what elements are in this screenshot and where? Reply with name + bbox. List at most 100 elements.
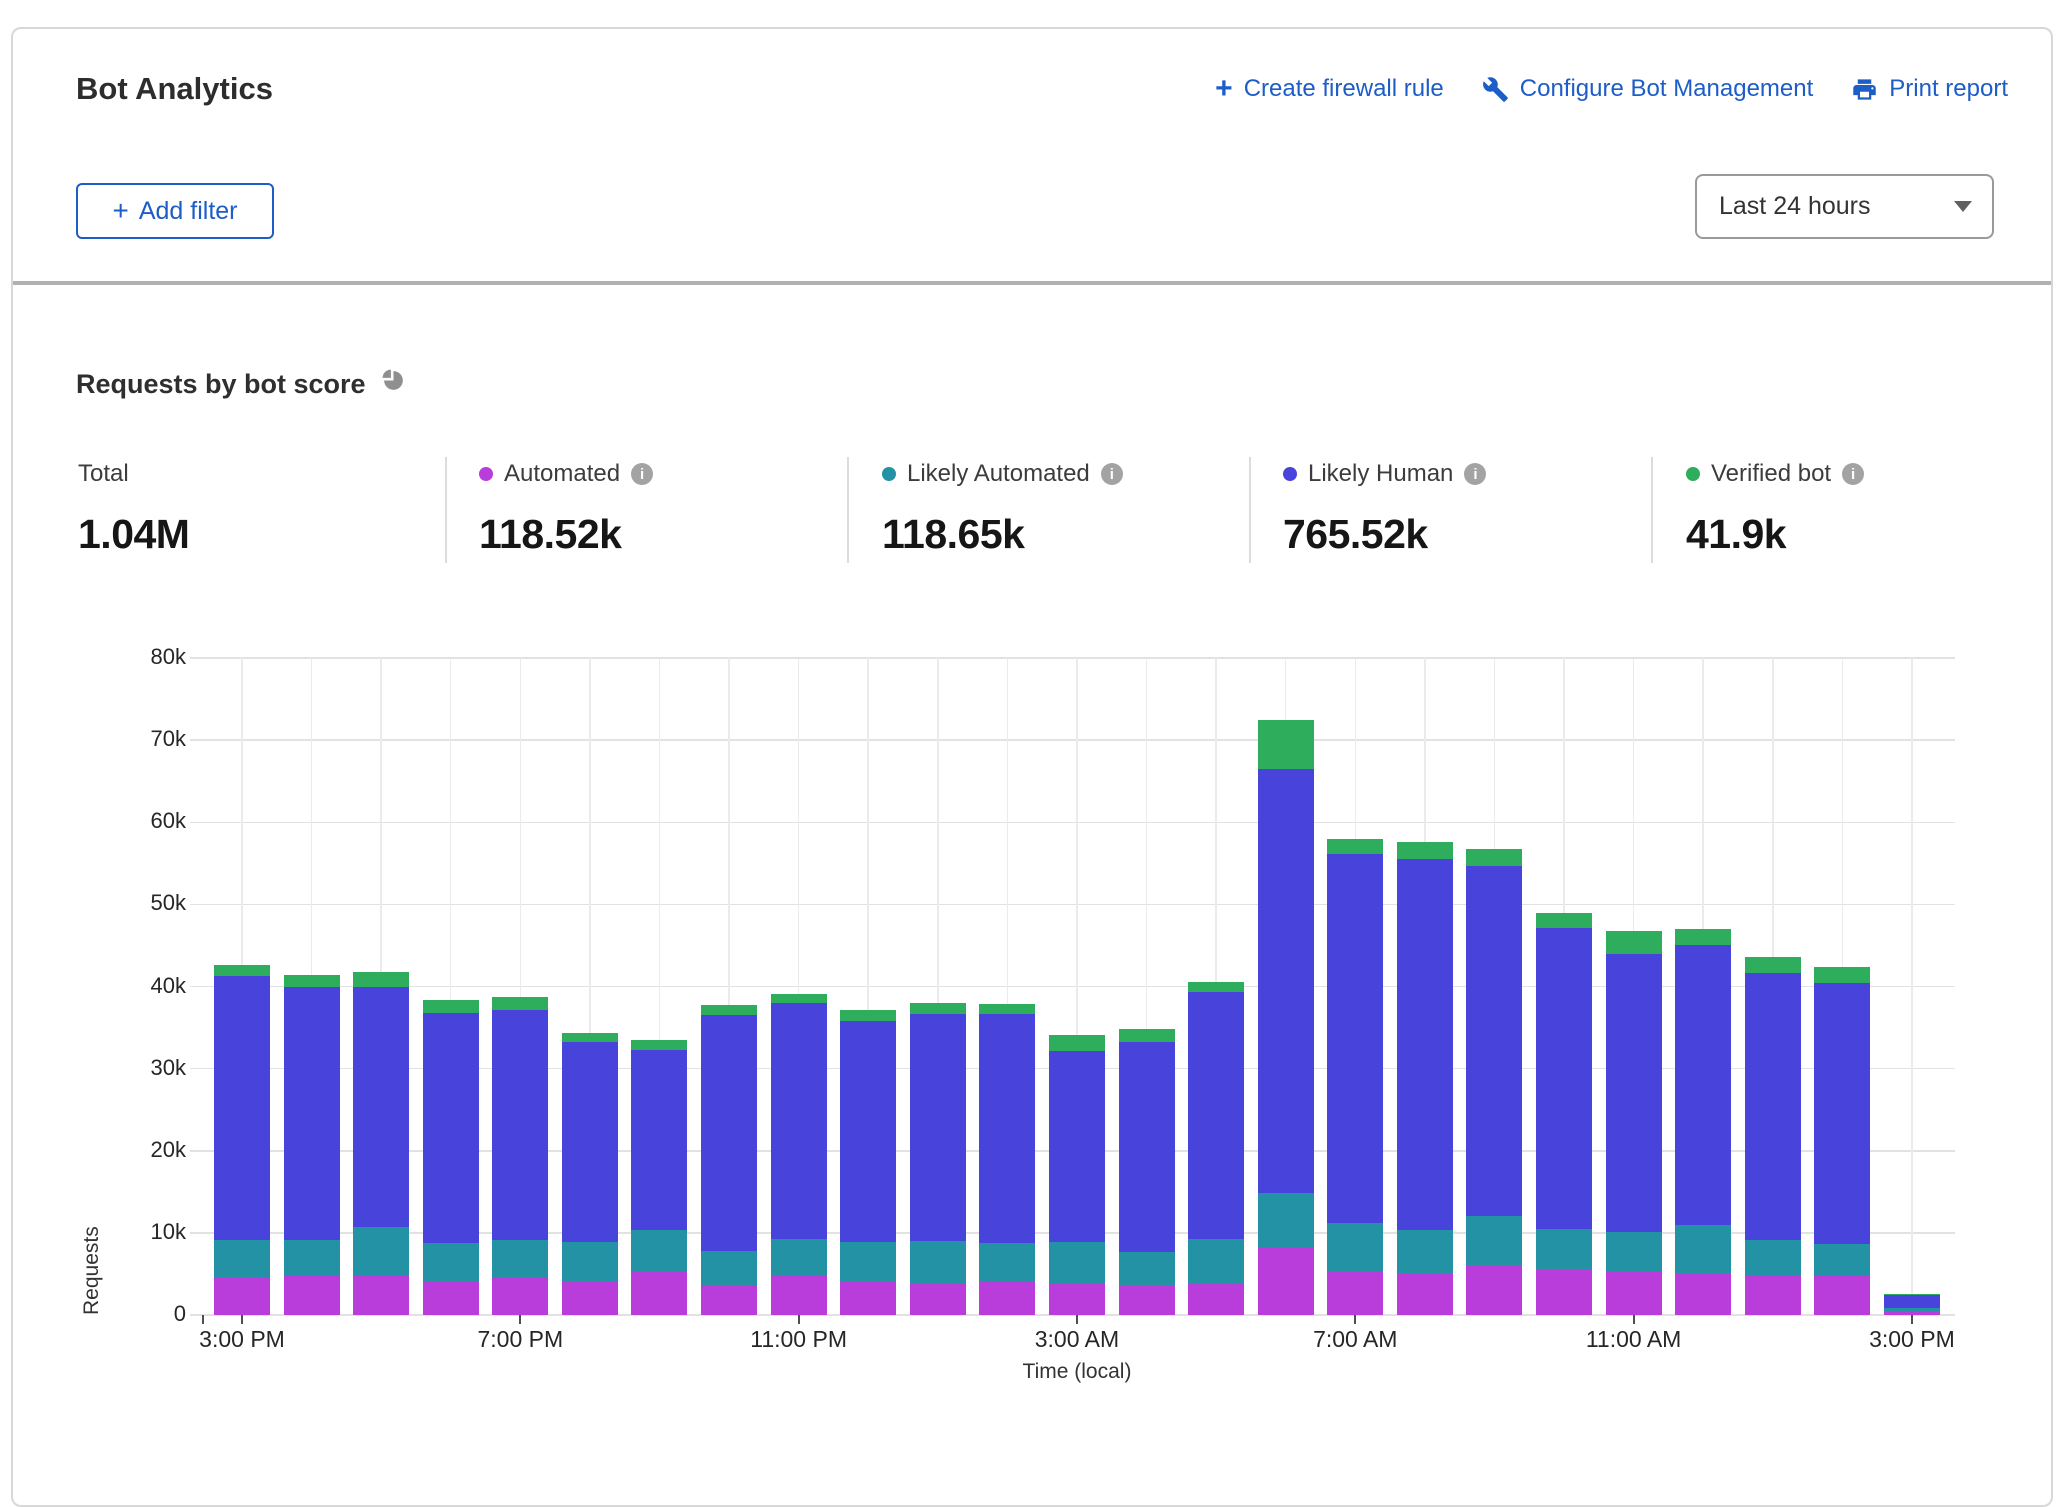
bar-segment-verified-bot[interactable] <box>284 975 340 987</box>
info-icon[interactable]: i <box>1842 463 1864 485</box>
time-range-dropdown[interactable]: Last 24 hours <box>1695 174 1994 239</box>
bar-segment-verified-bot[interactable] <box>353 972 409 987</box>
stacked-bar[interactable] <box>1814 967 1870 1315</box>
stacked-bar[interactable] <box>562 1033 618 1316</box>
bar-segment-likely-automated[interactable] <box>492 1240 548 1277</box>
configure-bot-management-link[interactable]: Configure Bot Management <box>1482 75 1814 103</box>
bar-segment-likely-human[interactable] <box>631 1050 687 1231</box>
bar-segment-verified-bot[interactable] <box>1675 929 1731 945</box>
stacked-bar[interactable] <box>701 1005 757 1315</box>
bar-segment-verified-bot[interactable] <box>214 965 270 976</box>
stacked-bar[interactable] <box>1049 1035 1105 1315</box>
bar-segment-likely-human[interactable] <box>771 1003 827 1239</box>
bar-segment-likely-automated[interactable] <box>1606 1232 1662 1271</box>
stacked-bar[interactable] <box>631 1040 687 1315</box>
bar-segment-verified-bot[interactable] <box>1049 1035 1105 1051</box>
bar-segment-likely-human[interactable] <box>1397 859 1453 1230</box>
bar-segment-likely-automated[interactable] <box>1049 1242 1105 1283</box>
stacked-bar[interactable] <box>910 1003 966 1315</box>
bar-segment-likely-automated[interactable] <box>353 1227 409 1275</box>
bar-segment-likely-human[interactable] <box>1745 973 1801 1241</box>
bar-segment-likely-automated[interactable] <box>1258 1193 1314 1248</box>
bar-segment-verified-bot[interactable] <box>492 997 548 1010</box>
bar-segment-automated[interactable] <box>1466 1265 1522 1315</box>
bar-segment-likely-human[interactable] <box>840 1021 896 1242</box>
stacked-bar[interactable] <box>1188 982 1244 1315</box>
bar-segment-verified-bot[interactable] <box>1814 967 1870 983</box>
bar-segment-likely-human[interactable] <box>1258 769 1314 1193</box>
stacked-bar[interactable] <box>214 965 270 1315</box>
bar-segment-automated[interactable] <box>979 1282 1035 1315</box>
bar-segment-likely-human[interactable] <box>1675 945 1731 1225</box>
bar-segment-likely-human[interactable] <box>562 1042 618 1242</box>
bar-segment-verified-bot[interactable] <box>910 1003 966 1014</box>
stacked-bar[interactable] <box>1327 839 1383 1315</box>
bar-segment-likely-automated[interactable] <box>979 1243 1035 1282</box>
bar-segment-automated[interactable] <box>562 1281 618 1315</box>
stacked-bar[interactable] <box>1536 913 1592 1315</box>
info-icon[interactable]: i <box>1464 463 1486 485</box>
stacked-bar[interactable] <box>979 1004 1035 1315</box>
bar-segment-verified-bot[interactable] <box>1884 1294 1940 1295</box>
stacked-bar[interactable] <box>1884 1294 1940 1315</box>
bar-segment-automated[interactable] <box>1188 1283 1244 1315</box>
bar-segment-automated[interactable] <box>1258 1248 1314 1315</box>
bar-segment-verified-bot[interactable] <box>1119 1029 1175 1041</box>
bar-segment-automated[interactable] <box>1814 1276 1870 1315</box>
stacked-bar[interactable] <box>423 1000 479 1315</box>
bar-segment-likely-automated[interactable] <box>1536 1229 1592 1269</box>
bar-segment-likely-automated[interactable] <box>1675 1225 1731 1273</box>
bar-segment-likely-automated[interactable] <box>1745 1240 1801 1276</box>
bar-segment-likely-human[interactable] <box>1606 954 1662 1232</box>
bar-segment-likely-human[interactable] <box>910 1014 966 1241</box>
bar-segment-likely-automated[interactable] <box>1397 1230 1453 1273</box>
create-firewall-rule-link[interactable]: + Create firewall rule <box>1215 74 1444 104</box>
bar-segment-automated[interactable] <box>1049 1283 1105 1315</box>
bar-segment-automated[interactable] <box>1397 1273 1453 1315</box>
bar-segment-likely-human[interactable] <box>1119 1042 1175 1252</box>
bar-segment-likely-automated[interactable] <box>562 1242 618 1281</box>
bar-segment-likely-human[interactable] <box>1188 992 1244 1239</box>
bar-segment-likely-automated[interactable] <box>631 1230 687 1271</box>
bar-segment-automated[interactable] <box>1745 1276 1801 1315</box>
bar-segment-likely-human[interactable] <box>423 1013 479 1243</box>
info-icon[interactable]: i <box>1101 463 1123 485</box>
bar-segment-likely-human[interactable] <box>214 976 270 1240</box>
info-icon[interactable]: i <box>631 463 653 485</box>
bar-segment-likely-automated[interactable] <box>771 1239 827 1276</box>
bar-segment-automated[interactable] <box>1675 1273 1731 1315</box>
bar-segment-likely-automated[interactable] <box>214 1240 270 1277</box>
stacked-bar[interactable] <box>1466 849 1522 1315</box>
bar-segment-verified-bot[interactable] <box>1258 720 1314 768</box>
bar-segment-likely-human[interactable] <box>979 1014 1035 1242</box>
bar-segment-verified-bot[interactable] <box>562 1033 618 1043</box>
add-filter-button[interactable]: + Add filter <box>76 183 274 239</box>
bar-segment-likely-human[interactable] <box>1049 1051 1105 1242</box>
bar-segment-likely-automated[interactable] <box>910 1241 966 1284</box>
bar-segment-automated[interactable] <box>840 1281 896 1315</box>
bar-segment-automated[interactable] <box>1606 1271 1662 1315</box>
bar-segment-verified-bot[interactable] <box>1188 982 1244 992</box>
bar-segment-automated[interactable] <box>284 1276 340 1315</box>
bar-segment-likely-human[interactable] <box>492 1010 548 1240</box>
bar-segment-verified-bot[interactable] <box>631 1040 687 1050</box>
bar-segment-automated[interactable] <box>353 1275 409 1315</box>
bar-segment-likely-automated[interactable] <box>1814 1244 1870 1277</box>
bar-segment-likely-human[interactable] <box>1884 1294 1940 1308</box>
bar-segment-verified-bot[interactable] <box>1745 957 1801 973</box>
bar-segment-verified-bot[interactable] <box>771 994 827 1003</box>
stacked-bar[interactable] <box>840 1010 896 1315</box>
bar-segment-likely-human[interactable] <box>1814 983 1870 1243</box>
bar-segment-automated[interactable] <box>214 1277 270 1315</box>
bar-segment-verified-bot[interactable] <box>840 1010 896 1021</box>
bar-segment-likely-automated[interactable] <box>1188 1239 1244 1283</box>
bar-segment-automated[interactable] <box>1327 1271 1383 1315</box>
bar-segment-automated[interactable] <box>1536 1269 1592 1315</box>
stacked-bar[interactable] <box>1675 929 1731 1315</box>
stacked-bar[interactable] <box>1258 720 1314 1315</box>
stacked-bar[interactable] <box>492 997 548 1315</box>
bar-segment-likely-human[interactable] <box>353 987 409 1228</box>
bar-segment-verified-bot[interactable] <box>701 1005 757 1015</box>
bar-segment-likely-automated[interactable] <box>1884 1308 1940 1311</box>
bar-segment-verified-bot[interactable] <box>423 1000 479 1013</box>
